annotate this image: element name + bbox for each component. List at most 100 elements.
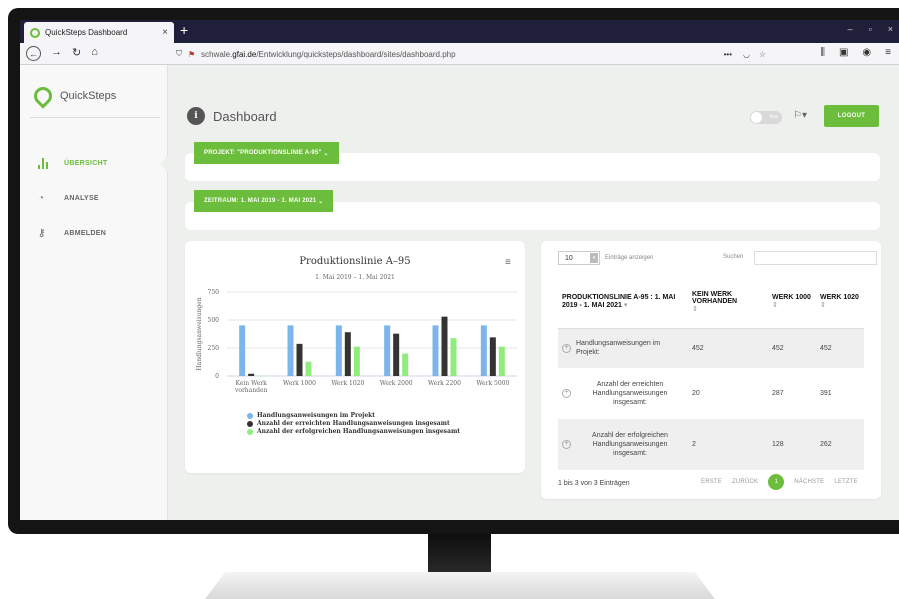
browser-tab-strip: QuickSteps Dashboard × + – ▫ ×: [20, 20, 899, 43]
sidebar-toggle-icon[interactable]: ▣: [839, 47, 848, 58]
minimize-icon[interactable]: –: [848, 24, 853, 34]
column-header-werk-1020[interactable]: WERK 1020 ⇕: [816, 276, 864, 329]
column-header-project[interactable]: PRODUKTIONSLINIE A-95 : 1. MAI 2019 - 1.…: [558, 276, 688, 329]
legend-marker: [247, 429, 253, 435]
shield-icon[interactable]: ⛉: [176, 49, 182, 59]
quicksteps-favicon-icon: [30, 27, 40, 38]
bar: [239, 325, 246, 376]
sidebar-item-abmelden[interactable]: ⚷ ABMELDEN: [38, 227, 106, 239]
sort-icon: ⇕: [820, 302, 826, 310]
home-icon[interactable]: ⌂: [91, 46, 98, 61]
bar: [393, 333, 400, 376]
table-cell: 287: [772, 390, 784, 397]
bar: [402, 353, 409, 376]
language-flag-icon[interactable]: ⚐▾: [793, 110, 807, 121]
y-tick-label: 500: [208, 317, 220, 324]
tab-title: QuickSteps Dashboard: [45, 28, 128, 37]
pocket-icon[interactable]: ◡: [743, 50, 750, 59]
pager-next[interactable]: NÄCHSTE: [794, 479, 824, 485]
restore-icon[interactable]: ▫: [869, 24, 872, 34]
bar: [432, 325, 439, 376]
menu-icon[interactable]: ≡: [885, 47, 891, 58]
sort-icon: ⇕: [692, 305, 698, 313]
brand[interactable]: QuickSteps: [30, 83, 117, 109]
pagination: ERSTE ZURÜCK 1 NÄCHSTE LETZTE: [701, 474, 858, 490]
sidebar-item-label: ÜBERSICHT: [64, 159, 108, 167]
url-bar[interactable]: ⛉ ⚑ schwale.gfai.de/Entwicklung/quickste…: [176, 45, 776, 63]
row-label: Anzahl der erfolgreichen Handlungsanweis…: [592, 432, 668, 457]
sort-desc-icon: ▾: [623, 302, 628, 310]
bar: [450, 338, 457, 376]
permissions-icon[interactable]: ⚑: [188, 50, 195, 59]
x-tick-label: Werk 1020: [331, 380, 364, 387]
info-icon: i: [187, 107, 205, 125]
expand-row-icon[interactable]: +: [562, 389, 571, 398]
page-actions-icon[interactable]: •••: [724, 50, 732, 59]
browser-toolbar: ← → ↻ ⌂ ⛉ ⚑ schwale.gfai.de/Entwicklung/…: [20, 43, 899, 65]
table-cell: 262: [816, 419, 864, 470]
table-cell: 128: [768, 419, 816, 470]
column-header-kein-werk[interactable]: KEIN WERK VORHANDEN ⇕: [688, 276, 768, 329]
chevron-down-icon: ⌄: [323, 150, 329, 157]
period-filter-label: ZEITRAUM: 1. MAI 2019 - 1. MAI 2021: [204, 198, 317, 204]
row-label-cell: + Anzahl der erfolgreichen Handlungsanwei…: [558, 419, 688, 470]
bar: [305, 361, 312, 376]
legend-item[interactable]: Anzahl der erreichten Handlungsanweisung…: [247, 420, 460, 428]
reload-icon[interactable]: ↻: [72, 46, 81, 61]
legend-item[interactable]: Anzahl der erfolgreichen Handlungsanweis…: [247, 428, 460, 436]
brand-name: QuickSteps: [60, 90, 117, 102]
account-icon[interactable]: ◉: [862, 47, 871, 58]
bar: [441, 316, 448, 376]
row-label: Anzahl der erreichten Handlungsanweisung…: [592, 381, 668, 406]
table-cell: 20: [692, 390, 700, 397]
active-item-caret: [160, 156, 168, 172]
legend-label: Anzahl der erreichten Handlungsanweisung…: [257, 420, 450, 427]
y-tick-label: 750: [208, 289, 220, 296]
app-sidebar: QuickSteps ÜBERSICHT ◔ ANALYSE ⚷ ABMELDE…: [20, 65, 168, 520]
bar-chart-icon: [38, 157, 52, 169]
forward-icon[interactable]: →: [51, 46, 62, 61]
toggle-label: Aus: [769, 114, 778, 120]
y-axis-label: Handlungsanweisungen: [196, 297, 203, 370]
search-input[interactable]: [754, 251, 877, 265]
tab-close-icon[interactable]: ×: [162, 27, 168, 38]
chart-card: Produktionslinie A–95 1. Mai 2019 – 1. M…: [185, 241, 525, 473]
sidebar-item-uebersicht[interactable]: ÜBERSICHT: [38, 157, 108, 169]
back-icon[interactable]: ←: [26, 46, 41, 61]
x-tick-label: Werk 5000: [476, 380, 509, 387]
window-controls: – ▫ ×: [848, 24, 893, 34]
project-filter-label: PROJEKT: "PRODUKTIONSLINIE A-95": [204, 150, 322, 156]
bar: [384, 325, 391, 376]
table-cell: 2: [688, 419, 768, 470]
table-row: + Anzahl der erfolgreichen Handlungsanwei…: [558, 419, 864, 470]
project-filter-button[interactable]: PROJEKT: "PRODUKTIONSLINIE A-95" ⌄: [194, 142, 339, 164]
close-window-icon[interactable]: ×: [888, 24, 893, 34]
column-header-werk-1000[interactable]: WERK 1000 ⇕: [768, 276, 816, 329]
screen: QuickSteps Dashboard × + – ▫ × ← → ↻ ⌂ ⛉…: [20, 20, 899, 520]
pager-last[interactable]: LETZTE: [834, 479, 858, 485]
bar: [344, 332, 351, 376]
bar: [480, 325, 487, 376]
nav-buttons: ← → ↻ ⌂: [20, 46, 170, 61]
brand-divider: [30, 117, 160, 118]
library-icon[interactable]: ⫼: [820, 47, 825, 58]
row-label-cell: + Anzahl der erreichten Handlungsanweisun…: [558, 368, 688, 419]
page-title: Dashboard: [213, 109, 277, 124]
sidebar-item-analyse[interactable]: ◔ ANALYSE: [38, 192, 99, 204]
pager-prev[interactable]: ZURÜCK: [732, 479, 758, 485]
bookmark-star-icon[interactable]: ☆: [759, 50, 766, 59]
mode-toggle[interactable]: Aus: [750, 111, 782, 124]
y-tick-label: 250: [208, 345, 220, 352]
period-filter-button[interactable]: ZEITRAUM: 1. MAI 2019 - 1. MAI 2021 ⌄: [194, 190, 334, 212]
select-caret-icon: ▾: [590, 253, 598, 263]
legend-label: Anzahl der erfolgreichen Handlungsanweis…: [257, 428, 461, 435]
entries-per-page-select[interactable]: 10 ▾: [558, 251, 600, 265]
expand-row-icon[interactable]: +: [562, 440, 571, 449]
pager-page-1[interactable]: 1: [768, 474, 785, 490]
legend-item[interactable]: Handlungsanweisungen im Projekt: [247, 412, 460, 420]
new-tab-button[interactable]: +: [180, 22, 188, 38]
logout-button[interactable]: LOGOUT: [824, 105, 879, 127]
browser-tab[interactable]: QuickSteps Dashboard ×: [24, 22, 174, 43]
expand-row-icon[interactable]: +: [562, 343, 571, 353]
pager-first[interactable]: ERSTE: [701, 479, 722, 485]
